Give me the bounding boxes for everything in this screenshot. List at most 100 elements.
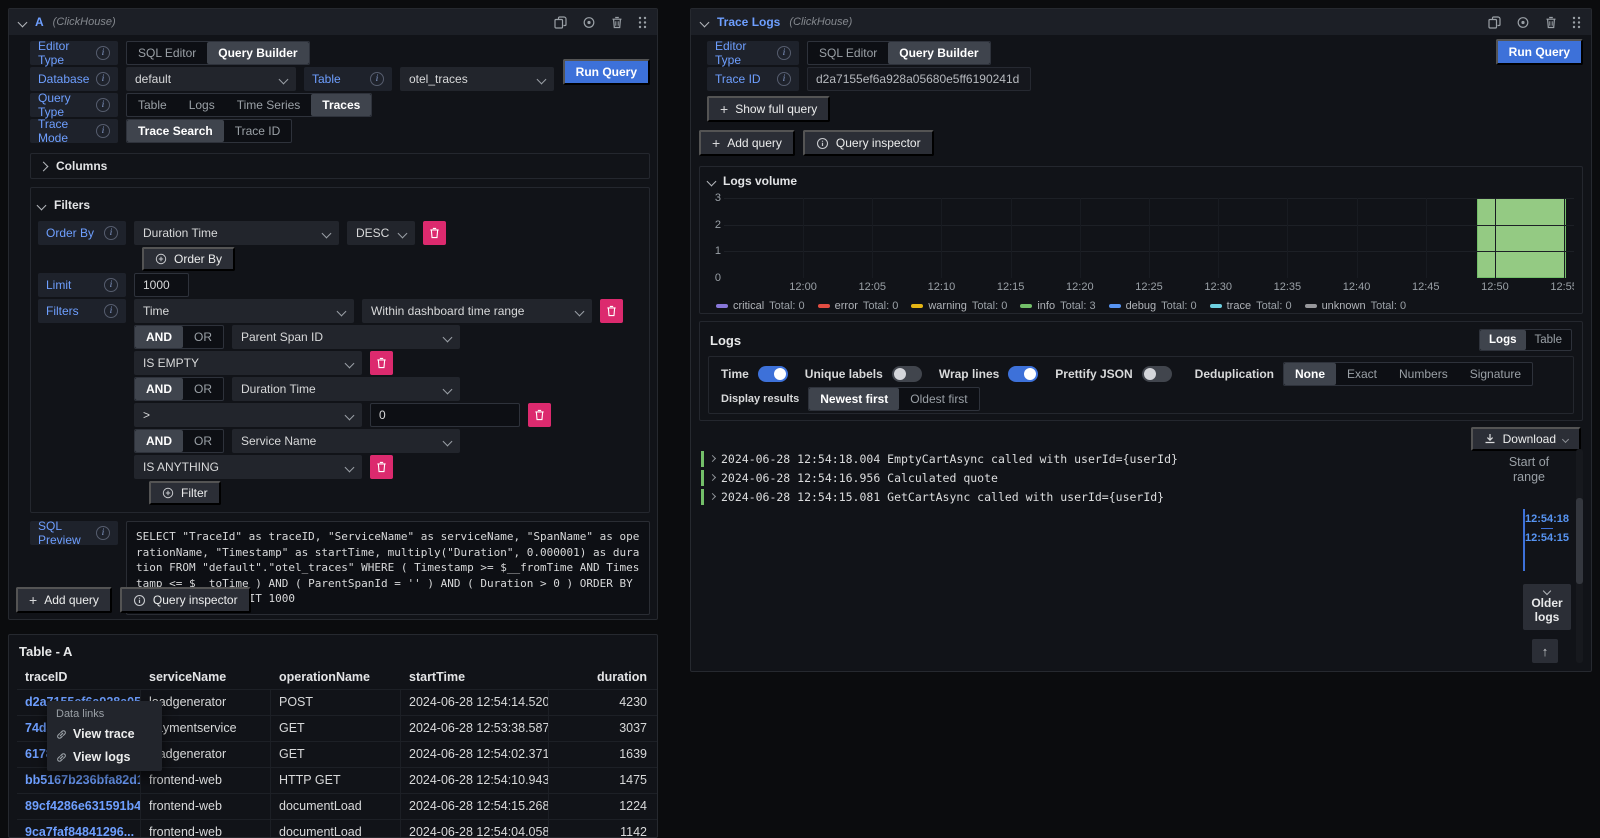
trace-id-option[interactable]: Trace ID: [224, 120, 292, 142]
remove-filter-button[interactable]: [528, 403, 551, 427]
cell-traceid[interactable]: bb5167b236bfa82d1...: [17, 768, 141, 793]
dedup-none[interactable]: None: [1284, 363, 1336, 385]
log-line[interactable]: 2024-06-28 12:54:18.004 EmptyCartAsync c…: [701, 449, 1178, 468]
col-starttime[interactable]: startTime: [401, 665, 549, 689]
legend-item-error[interactable]: errorTotal: 0: [818, 300, 899, 312]
filter-operator-select[interactable]: IS EMPTY: [134, 351, 362, 375]
download-logs-button[interactable]: Download: [1471, 427, 1581, 451]
or-option[interactable]: OR: [183, 326, 223, 348]
cell-traceid[interactable]: 9ca7faf84841296...: [17, 820, 141, 838]
duplicate-query-icon[interactable]: [1488, 16, 1501, 29]
filter-value-input[interactable]: 0: [370, 403, 520, 427]
query-inspector-button[interactable]: Query inspector: [803, 130, 934, 156]
remove-filter-button[interactable]: [600, 299, 623, 323]
sql-editor-option[interactable]: SQL Editor: [127, 42, 207, 64]
time-toggle[interactable]: [758, 366, 788, 382]
show-full-query-button[interactable]: +Show full query: [707, 96, 830, 122]
remove-filter-button[interactable]: [370, 455, 393, 479]
query-panel-a-header[interactable]: A (ClickHouse): [9, 9, 657, 35]
older-logs-button[interactable]: Older logs: [1523, 584, 1571, 630]
logs-view-option[interactable]: Logs: [1480, 330, 1525, 350]
query-type-logs[interactable]: Logs: [178, 94, 226, 116]
database-select[interactable]: default: [126, 67, 296, 91]
cell-traceid[interactable]: 89cf4286e631591b4...: [17, 794, 141, 819]
legend-item-info[interactable]: infoTotal: 3: [1020, 300, 1095, 312]
dedup-numbers[interactable]: Numbers: [1388, 363, 1459, 385]
collapse-chevron-icon[interactable]: [37, 200, 47, 210]
sql-editor-option[interactable]: SQL Editor: [808, 42, 888, 64]
expand-chevron-icon[interactable]: [709, 493, 716, 500]
filter-operator-select[interactable]: IS ANYTHING: [134, 455, 362, 479]
add-order-by-button[interactable]: Order By: [142, 247, 235, 271]
filter-field-select[interactable]: Parent Span ID: [232, 325, 460, 349]
dedup-exact[interactable]: Exact: [1336, 363, 1388, 385]
view-trace-menu-item[interactable]: View trace: [56, 727, 153, 741]
filters-section-header[interactable]: Filters: [38, 195, 642, 215]
add-query-button[interactable]: +Add query: [16, 587, 112, 613]
filter-field-select[interactable]: Service Name: [232, 429, 460, 453]
run-query-button[interactable]: Run Query: [1496, 39, 1583, 65]
expand-chevron-icon[interactable]: [709, 455, 716, 462]
col-traceid[interactable]: traceID: [17, 665, 141, 689]
duplicate-query-icon[interactable]: [554, 16, 567, 29]
scroll-to-top-button[interactable]: ↑: [1532, 639, 1558, 663]
legend-item-trace[interactable]: traceTotal: 0: [1210, 300, 1292, 312]
info-icon[interactable]: i: [777, 72, 791, 86]
col-duration[interactable]: duration: [549, 665, 657, 689]
unique-labels-toggle[interactable]: [892, 366, 922, 382]
filter-field-select[interactable]: Time: [134, 299, 354, 323]
table-view-option[interactable]: Table: [1526, 330, 1572, 350]
info-logs-bar[interactable]: [1477, 198, 1566, 278]
query-type-traces[interactable]: Traces: [311, 94, 371, 116]
info-icon[interactable]: i: [104, 226, 118, 240]
table-select[interactable]: otel_traces: [400, 67, 554, 91]
trace-logs-header[interactable]: Trace Logs (ClickHouse): [691, 9, 1591, 35]
run-query-button[interactable]: Run Query: [563, 59, 650, 85]
newest-first-option[interactable]: Newest first: [809, 388, 899, 410]
scrollbar-thumb[interactable]: [1576, 498, 1583, 584]
table-row[interactable]: 9ca7faf84841296...frontend-webdocumentLo…: [17, 819, 657, 838]
col-operationname[interactable]: operationName: [271, 665, 401, 689]
query-builder-option[interactable]: Query Builder: [888, 42, 989, 64]
prettify-json-toggle[interactable]: [1142, 366, 1172, 382]
columns-section[interactable]: Columns: [30, 153, 650, 179]
or-option[interactable]: OR: [183, 430, 223, 452]
info-icon[interactable]: i: [96, 72, 110, 86]
info-icon[interactable]: i: [96, 98, 110, 112]
filter-value-select[interactable]: Within dashboard time range: [362, 299, 592, 323]
collapse-chevron-icon[interactable]: [700, 17, 710, 27]
info-icon[interactable]: i: [370, 72, 384, 86]
log-navigation-range[interactable]: 12:54:18 12:54:15: [1523, 509, 1569, 571]
and-option[interactable]: AND: [135, 378, 183, 400]
limit-input[interactable]: 1000: [134, 273, 189, 297]
table-row[interactable]: 89cf4286e631591b4...frontend-webdocument…: [17, 793, 657, 819]
expand-chevron-icon[interactable]: [709, 474, 716, 481]
query-inspector-button[interactable]: Query inspector: [120, 587, 251, 613]
hide-response-eye-icon[interactable]: [582, 16, 596, 29]
collapse-chevron-icon[interactable]: [18, 17, 28, 27]
info-icon[interactable]: i: [96, 46, 110, 60]
and-option[interactable]: AND: [135, 430, 183, 452]
hide-response-eye-icon[interactable]: [1516, 16, 1530, 29]
trace-id-input[interactable]: d2a7155ef6a928a05680e5ff6190241d: [807, 67, 1031, 91]
wrap-lines-toggle[interactable]: [1008, 366, 1038, 382]
legend-item-warning[interactable]: warningTotal: 0: [911, 300, 1007, 312]
logs-scrollbar[interactable]: [1576, 449, 1583, 663]
view-logs-menu-item[interactable]: View logs: [56, 750, 153, 764]
oldest-first-option[interactable]: Oldest first: [899, 388, 978, 410]
info-icon[interactable]: i: [104, 278, 118, 292]
chart-plot-area[interactable]: [724, 198, 1574, 278]
info-icon[interactable]: i: [96, 124, 110, 138]
expand-chevron-icon[interactable]: [39, 161, 49, 171]
info-icon[interactable]: i: [104, 304, 118, 318]
drag-handle-icon[interactable]: [1572, 16, 1581, 29]
log-line[interactable]: 2024-06-28 12:54:15.081 GetCartAsync cal…: [701, 487, 1178, 506]
filter-operator-select[interactable]: >: [134, 403, 362, 427]
trace-search-option[interactable]: Trace Search: [127, 120, 224, 142]
add-filter-button[interactable]: Filter: [149, 481, 221, 505]
collapse-chevron-icon[interactable]: [707, 176, 717, 186]
query-type-table[interactable]: Table: [127, 94, 178, 116]
logs-volume-header[interactable]: Logs volume: [700, 167, 1582, 190]
add-query-button[interactable]: +Add query: [699, 130, 795, 156]
filter-field-select[interactable]: Duration Time: [232, 377, 460, 401]
